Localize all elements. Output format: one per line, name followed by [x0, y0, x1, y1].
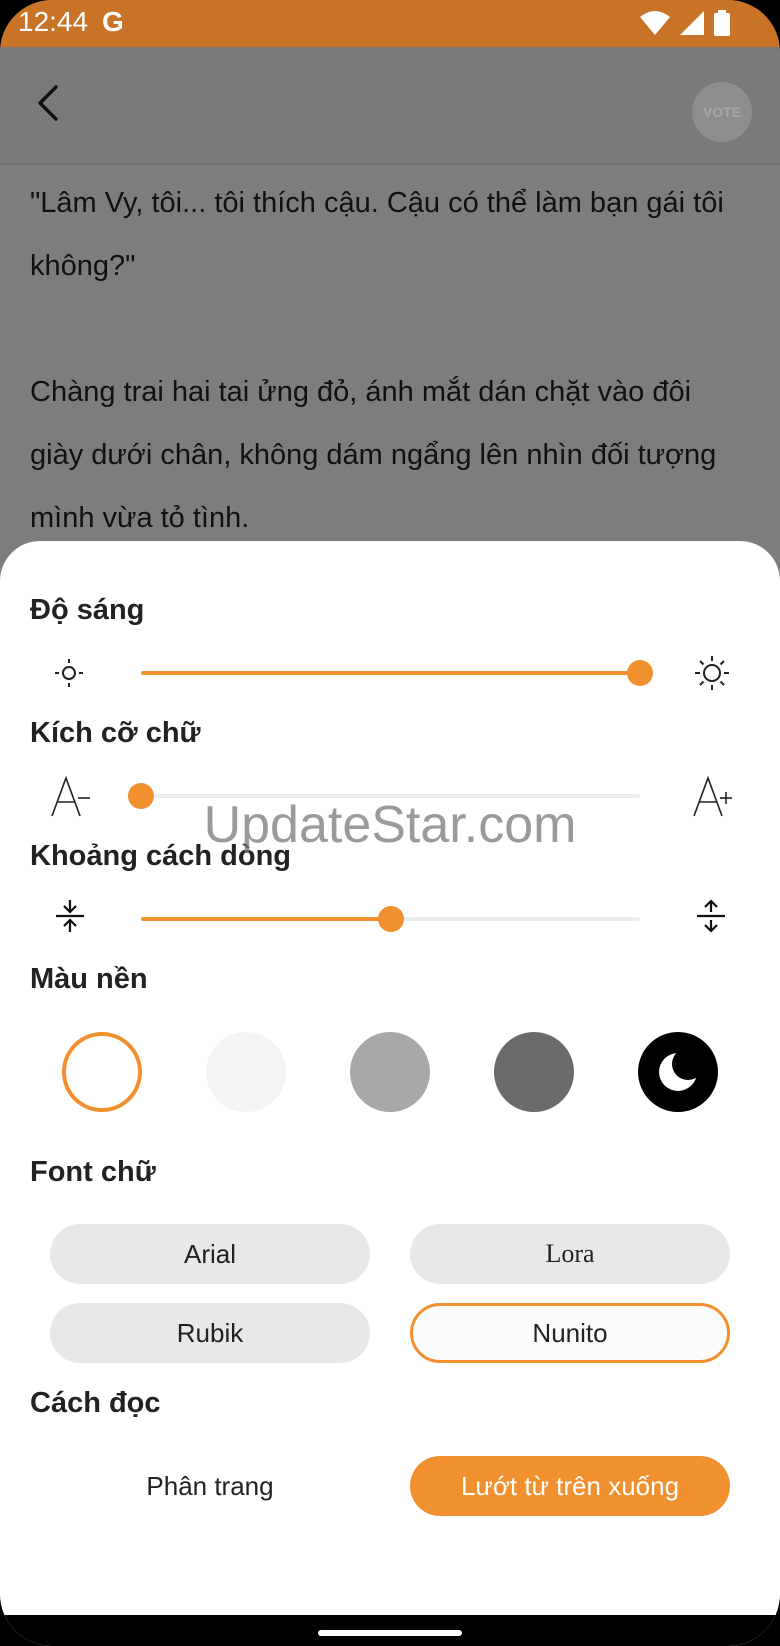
brightness-high-icon[interactable]	[693, 654, 731, 692]
reading-mode-paged-button[interactable]: Phân trang	[50, 1456, 370, 1516]
line-spacing-slider[interactable]	[141, 906, 640, 932]
font-option-label: Rubik	[176, 1317, 244, 1348]
brightness-slider-thumb[interactable]	[627, 660, 653, 686]
line-spacing-decrease-icon[interactable]	[52, 898, 88, 934]
reader-settings-sheet: Độ sáng Kích cỡ chữ Khoảng cách dòng Màu…	[0, 541, 780, 1646]
vote-label: VOTE	[702, 104, 742, 120]
brightness-low-icon[interactable]	[52, 656, 86, 690]
font-option-label: Arial	[183, 1238, 236, 1269]
font-option-label: Lora	[545, 1239, 595, 1268]
moon-icon	[659, 1048, 704, 1091]
reader-toolbar: VOTE	[0, 47, 780, 165]
font-size-label: Kích cỡ chữ	[30, 717, 201, 749]
background-swatch-night[interactable]	[638, 1032, 718, 1112]
brightness-slider-fill	[141, 671, 640, 675]
font-option-rubik[interactable]: Rubik	[50, 1303, 370, 1363]
vote-button[interactable]: VOTE	[692, 82, 752, 142]
status-icons	[640, 10, 730, 36]
background-swatch-light-gray[interactable]	[206, 1032, 286, 1112]
line-spacing-slider-thumb[interactable]	[377, 906, 404, 932]
font-option-arial[interactable]: Arial	[50, 1224, 370, 1284]
background-swatch-dark-gray[interactable]	[494, 1032, 574, 1112]
brightness-label: Độ sáng	[30, 594, 145, 626]
screen: 12:44 G VOTE "Lâm Vy, tôi... tôi thích c…	[0, 0, 780, 1646]
background-swatch-gray[interactable]	[350, 1032, 430, 1112]
background-swatch-white[interactable]	[62, 1032, 142, 1112]
font-option-label: Nunito	[532, 1317, 608, 1348]
chevron-left-icon[interactable]	[30, 83, 70, 123]
brightness-slider[interactable]	[141, 660, 653, 686]
reading-mode-label: Cách đọc	[30, 1387, 161, 1419]
font-label: Font chữ	[30, 1156, 156, 1188]
reading-mode-option-label: Phân trang	[146, 1470, 274, 1501]
home-gesture-handle[interactable]	[318, 1630, 462, 1636]
signal-icon	[680, 11, 704, 35]
paragraph: "Lâm Vy, tôi... tôi thích cậu. Cậu có th…	[30, 187, 724, 282]
font-option-nunito[interactable]: Nunito	[410, 1303, 730, 1363]
navigation-bar	[0, 1615, 780, 1646]
background-color-label: Màu nền	[30, 963, 148, 995]
wifi-icon	[640, 11, 670, 35]
paragraph: Chàng trai hai tai ửng đỏ, ánh mắt dán c…	[30, 376, 717, 534]
reading-mode-scroll-button[interactable]: Lướt từ trên xuống	[410, 1456, 730, 1516]
line-spacing-slider-fill	[141, 917, 391, 921]
status-bar: 12:44 G	[0, 0, 780, 47]
google-icon: G	[102, 6, 124, 37]
reading-mode-option-label: Lướt từ trên xuống	[460, 1470, 680, 1501]
watermark: UpdateStar.com	[203, 796, 577, 854]
battery-icon	[714, 10, 730, 36]
font-option-lora[interactable]: Lora	[410, 1224, 730, 1284]
status-time: 12:44	[18, 6, 89, 37]
line-spacing-increase-icon[interactable]	[693, 898, 729, 934]
